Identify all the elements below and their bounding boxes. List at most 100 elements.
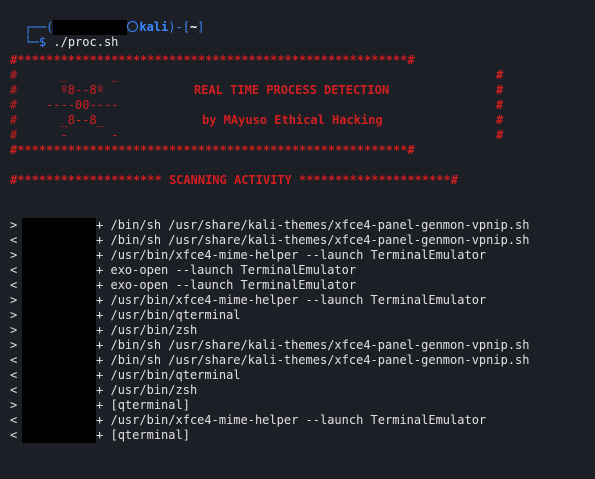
process-direction: < [10, 428, 18, 442]
prompt-sep: )-[ [168, 20, 190, 34]
process-direction: > [10, 293, 18, 307]
process-separator: + [96, 218, 104, 232]
process-row: > + [qterminal] [10, 398, 590, 413]
process-command: + /bin/sh /usr/share/kali-themes/xfce4-p… [96, 353, 530, 368]
scanning-header: #******************** SCANNING ACTIVITY … [10, 173, 458, 187]
process-separator: + [96, 413, 104, 427]
process-row: > + /bin/sh /usr/share/kali-themes/xfce4-… [10, 218, 590, 233]
process-separator: + [96, 248, 104, 262]
process-separator: + [96, 338, 104, 352]
redacted-timestamp [22, 368, 96, 383]
process-command-text: /bin/sh /usr/share/kali-themes/xfce4-pan… [110, 338, 530, 352]
redacted-timestamp [22, 278, 96, 293]
process-direction: < [10, 233, 18, 247]
process-command-text: /usr/bin/qterminal [110, 308, 241, 322]
process-command: + /bin/sh /usr/share/kali-themes/xfce4-p… [96, 218, 530, 233]
process-command: + exo-open --launch TerminalEmulator [96, 278, 356, 293]
banner-logo-line-1: # _ _ [10, 68, 119, 82]
process-command-text: exo-open --launch TerminalEmulator [110, 278, 357, 292]
process-row: > + /bin/sh /usr/share/kali-themes/xfce4-… [10, 338, 590, 353]
prompt-command: ./proc.sh [53, 35, 119, 49]
redacted-timestamp [22, 413, 96, 428]
process-separator: + [96, 428, 104, 442]
process-command-text: /usr/bin/xfce4-mime-helper --launch Term… [110, 413, 487, 427]
prompt-user: kali [139, 20, 169, 34]
process-direction: > [10, 248, 18, 262]
process-command: + exo-open --launch TerminalEmulator [96, 263, 356, 278]
banner-right-hash-4: # [496, 113, 504, 127]
banner-bottom-border: #***************************************… [10, 143, 415, 157]
kali-logo-icon [127, 21, 139, 32]
process-command: + [qterminal] [96, 398, 190, 413]
process-row: < + [qterminal] [10, 428, 590, 443]
prompt-close: ] [197, 20, 205, 34]
banner-logo-line-5: # - - [10, 128, 119, 142]
process-row: < + exo-open --launch TerminalEmulator [10, 263, 590, 278]
process-command: + /usr/bin/qterminal [96, 308, 241, 323]
process-direction: > [10, 218, 18, 232]
process-row: > + /usr/bin/zsh [10, 323, 590, 338]
process-row: < + /usr/bin/qterminal [10, 368, 590, 383]
redacted-timestamp [22, 383, 96, 398]
process-command: + /usr/bin/zsh [96, 323, 197, 338]
process-row: < + /usr/bin/xfce4-mime-helper --launch T… [10, 413, 590, 428]
process-command: + /bin/sh /usr/share/kali-themes/xfce4-p… [96, 338, 530, 353]
process-separator: + [96, 233, 104, 247]
process-command-text: /usr/bin/qterminal [110, 368, 241, 382]
process-direction: < [10, 413, 18, 427]
process-row: < + exo-open --launch TerminalEmulator [10, 278, 590, 293]
process-command-text: /bin/sh /usr/share/kali-themes/xfce4-pan… [110, 218, 530, 232]
process-command: + [qterminal] [96, 428, 190, 443]
redacted-timestamp [22, 308, 96, 323]
process-direction: < [10, 278, 18, 292]
banner-logo-line-4: # _8--8_ [10, 113, 104, 127]
process-separator: + [96, 293, 104, 307]
banner-top-border: #***************************************… [10, 53, 415, 67]
redacted-timestamp [22, 353, 96, 368]
process-row: > + /usr/bin/qterminal [10, 308, 590, 323]
prompt-bottom-prefix: └─$ [24, 35, 47, 49]
process-command-text: [qterminal] [110, 398, 190, 412]
redacted-timestamp [22, 323, 96, 338]
process-separator: + [96, 398, 104, 412]
banner-subtitle: by MAyuso Ethical Hacking [202, 113, 383, 127]
banner-right-hash-3: # [496, 98, 504, 112]
process-direction: > [10, 308, 18, 322]
process-command-text: /bin/sh /usr/share/kali-themes/xfce4-pan… [110, 353, 530, 367]
process-row: > + /usr/bin/xfce4-mime-helper --launch T… [10, 293, 590, 308]
process-command: + /bin/sh /usr/share/kali-themes/xfce4-p… [96, 233, 530, 248]
process-direction: > [10, 338, 18, 352]
process-command-text: /usr/bin/xfce4-mime-helper --launch Term… [110, 248, 487, 262]
process-direction: > [10, 398, 18, 412]
process-separator: + [96, 368, 104, 382]
redacted-timestamp [22, 263, 96, 278]
process-command: + /usr/bin/xfce4-mime-helper --launch Te… [96, 293, 486, 308]
process-row: < + /usr/bin/zsh [10, 383, 590, 398]
banner-title: REAL TIME PROCESS DETECTION [194, 83, 390, 97]
process-direction: < [10, 353, 18, 367]
banner-logo-line-2: # º8--8º [10, 83, 104, 97]
redacted-timestamp [22, 338, 96, 353]
process-separator: + [96, 323, 104, 337]
process-row: < + /bin/sh /usr/share/kali-themes/xfce4-… [10, 353, 590, 368]
process-direction: > [10, 323, 18, 337]
process-row: < + /bin/sh /usr/share/kali-themes/xfce4-… [10, 233, 590, 248]
process-command-text: /usr/bin/zsh [110, 323, 198, 337]
redacted-timestamp [22, 218, 96, 233]
process-command: + /usr/bin/xfce4-mime-helper --launch Te… [96, 248, 486, 263]
redacted-timestamp [22, 428, 96, 443]
process-command-text: [qterminal] [110, 428, 190, 442]
banner-right-hash-2: # [496, 83, 504, 97]
process-separator: + [96, 308, 104, 322]
process-separator: + [96, 263, 104, 277]
redacted-timestamp [22, 293, 96, 308]
process-row: > + /usr/bin/xfce4-mime-helper --launch T… [10, 248, 590, 263]
process-command-text: /usr/bin/xfce4-mime-helper --launch Term… [110, 293, 487, 307]
process-separator: + [96, 278, 104, 292]
process-command-text: /bin/sh /usr/share/kali-themes/xfce4-pan… [110, 233, 530, 247]
process-command-text: /usr/bin/zsh [110, 383, 198, 397]
process-command: + /usr/bin/zsh [96, 383, 197, 398]
banner-right-hash-5: # [496, 128, 504, 142]
banner-logo-line-3: # ----00---- [10, 98, 119, 112]
prompt-command-line: └─$ ./proc.sh [10, 20, 118, 50]
